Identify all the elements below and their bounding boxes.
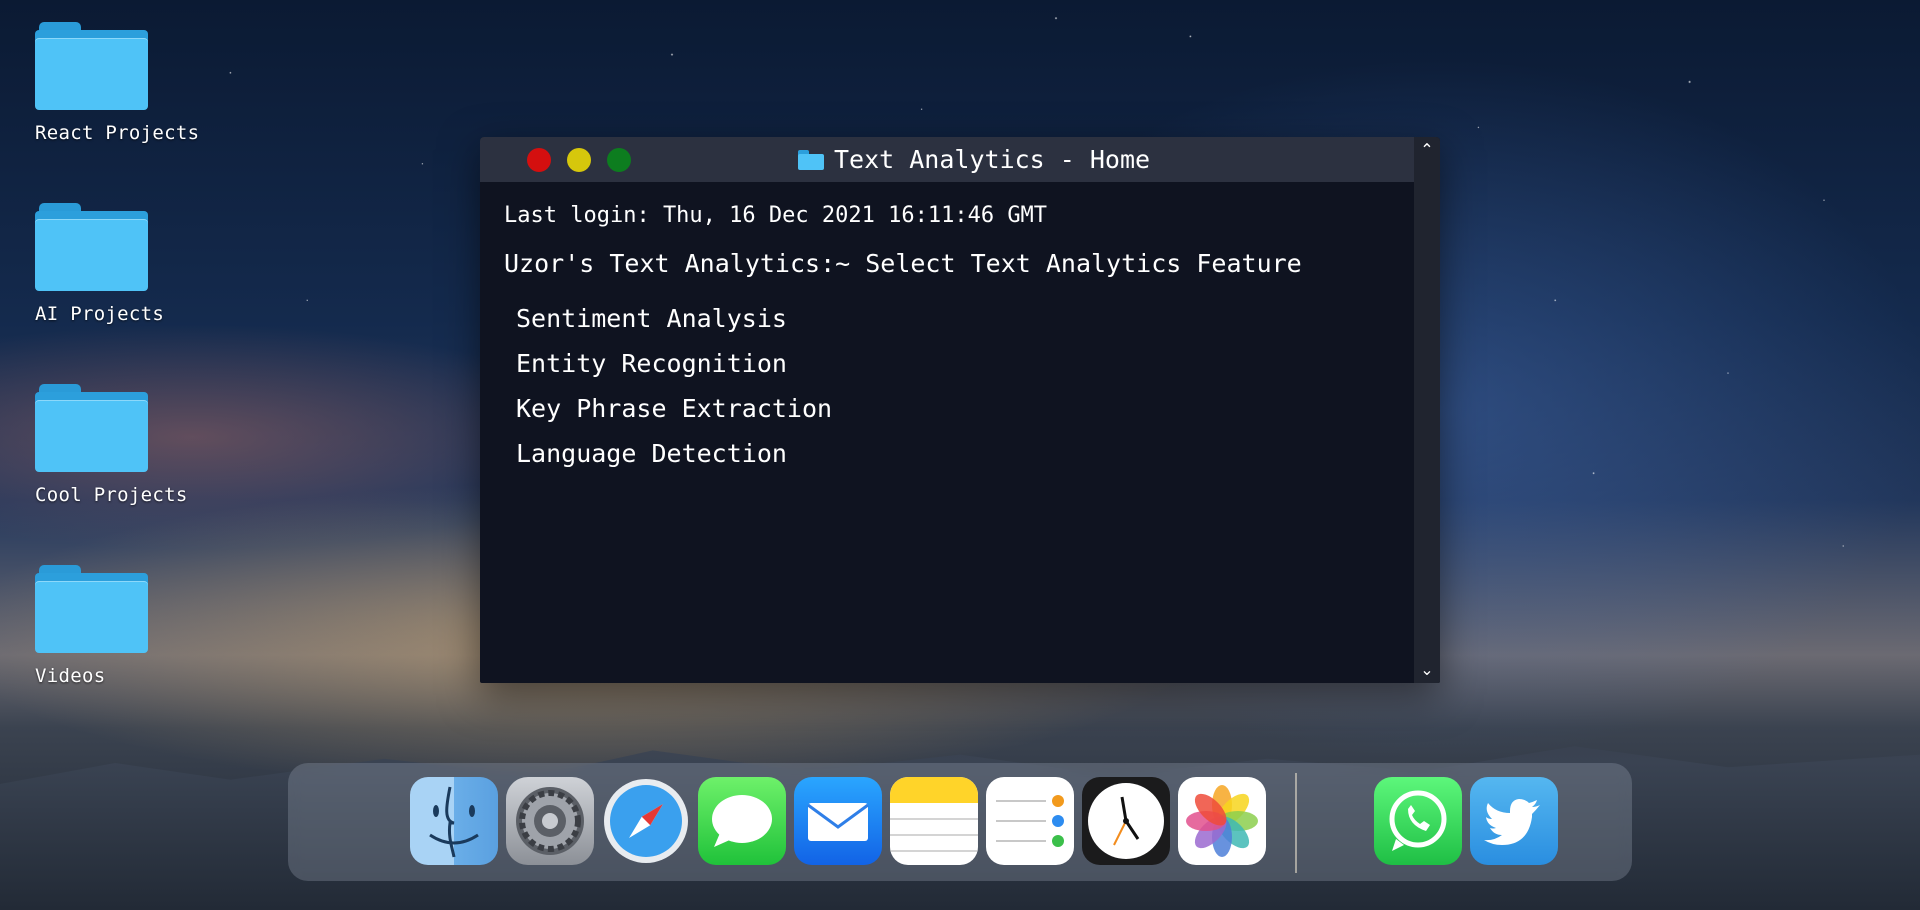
clock-icon[interactable] [1082,777,1170,865]
photos-icon[interactable] [1178,777,1266,865]
maximize-window-button[interactable] [607,148,631,172]
feature-menu: Sentiment Analysis Entity Recognition Ke… [504,296,1302,476]
finder-icon[interactable] [410,777,498,865]
chevron-up-icon[interactable]: ⌃ [1414,139,1440,161]
folder-icon [35,565,148,653]
window-title-group: Text Analytics - Home [798,137,1150,182]
terminal-scrollbar[interactable]: ⌃ ⌄ [1414,137,1440,683]
whatsapp-icon[interactable] [1374,777,1462,865]
twitter-icon[interactable] [1470,777,1558,865]
mail-icon[interactable] [794,777,882,865]
system-preferences-icon[interactable] [506,777,594,865]
terminal-titlebar[interactable]: Text Analytics - Home [480,137,1414,182]
chevron-down-icon[interactable]: ⌄ [1414,659,1440,681]
minimize-window-button[interactable] [567,148,591,172]
safari-icon[interactable] [602,777,690,865]
notes-icon[interactable] [890,777,978,865]
close-window-button[interactable] [527,148,551,172]
menu-item-entity-recognition[interactable]: Entity Recognition [516,341,1302,386]
folder-label: Videos [35,665,106,687]
folder-label: AI Projects [35,303,165,325]
desktop: React Projects AI Projects Cool Projects… [0,0,1920,910]
terminal-content: Last login: Thu, 16 Dec 2021 16:11:46 GM… [504,203,1302,476]
window-title: Text Analytics - Home [834,145,1151,174]
folder-icon [35,203,148,291]
folder-label: React Projects [35,122,200,144]
window-controls [527,148,631,172]
desktop-folder-react-projects[interactable]: React Projects [35,22,225,144]
folder-icon [35,384,148,472]
dock [288,763,1632,881]
menu-item-language-detection[interactable]: Language Detection [516,431,1302,476]
menu-item-key-phrase-extraction[interactable]: Key Phrase Extraction [516,386,1302,431]
desktop-folder-ai-projects[interactable]: AI Projects [35,203,225,325]
last-login-text: Last login: Thu, 16 Dec 2021 16:11:46 GM… [504,203,1048,228]
terminal-window: Text Analytics - Home ⌃ ⌄ Last login: Th… [480,137,1440,683]
folder-icon [798,149,824,170]
terminal-prompt: Uzor's Text Analytics:~ Select Text Anal… [504,249,1302,278]
dock-separator [1295,773,1297,873]
folder-icon [35,22,148,110]
menu-item-sentiment-analysis[interactable]: Sentiment Analysis [516,296,1302,341]
messages-icon[interactable] [698,777,786,865]
reminders-icon[interactable] [986,777,1074,865]
desktop-folder-videos[interactable]: Videos [35,565,225,687]
folder-label: Cool Projects [35,484,188,506]
desktop-folder-cool-projects[interactable]: Cool Projects [35,384,225,506]
